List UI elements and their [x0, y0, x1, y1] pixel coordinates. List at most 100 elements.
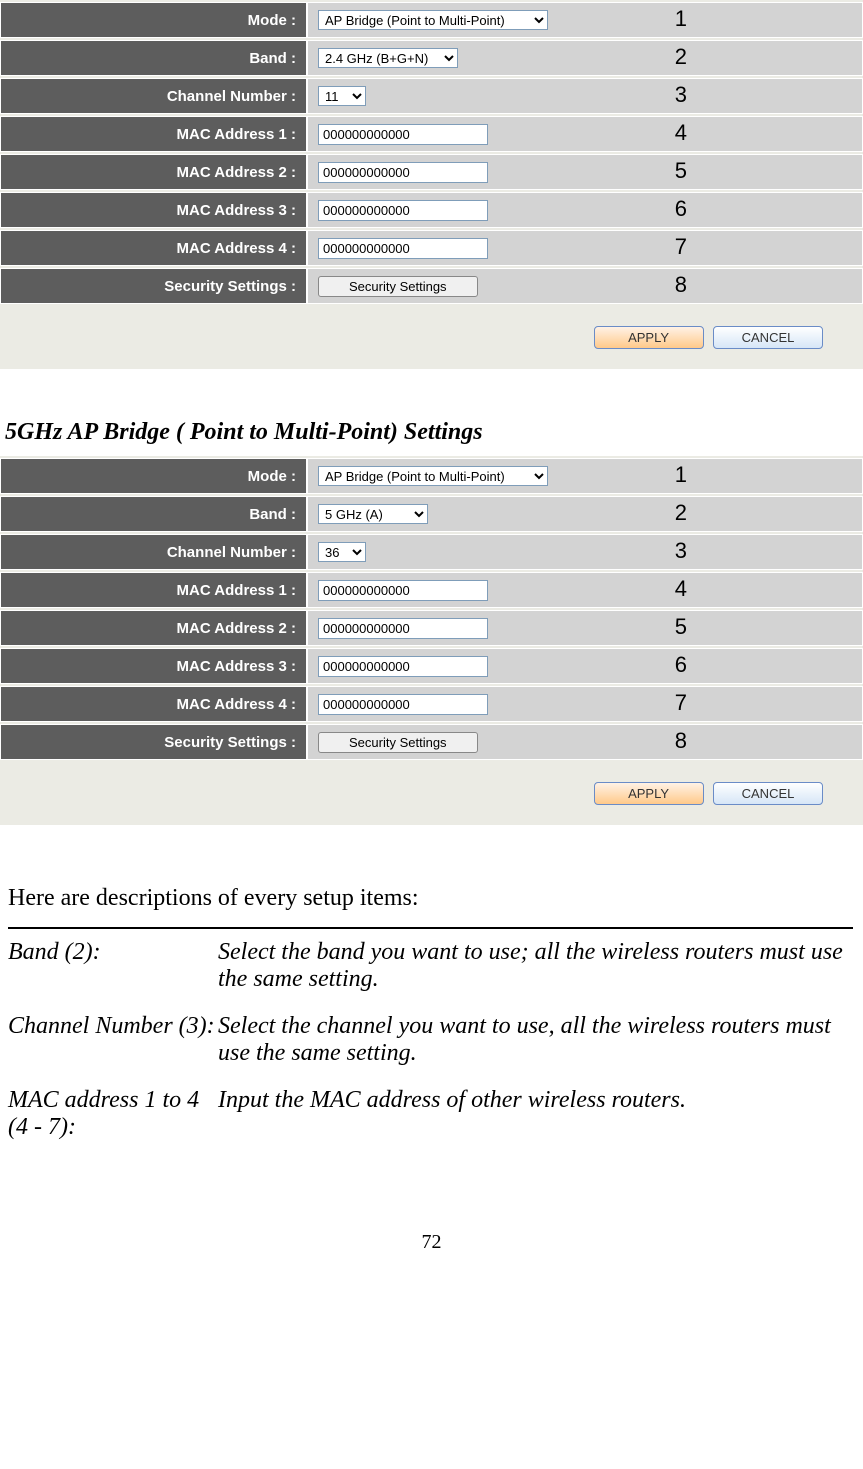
value-mac3: 6 — [307, 192, 863, 228]
annotation-4: 4 — [675, 120, 687, 146]
description-table: Band (2): Select the band you want to us… — [8, 927, 853, 1151]
mode-select-2[interactable]: AP Bridge (Point to Multi-Point) — [318, 466, 548, 486]
value-band: 2.4 GHz (B+G+N) 2 — [307, 40, 863, 76]
mac2-input-2[interactable] — [318, 618, 488, 639]
desc-text-band: Select the band you want to use; all the… — [218, 928, 853, 1003]
value-band-2: 5 GHz (A) 2 — [307, 496, 863, 532]
security-settings-button-2[interactable]: Security Settings — [318, 732, 478, 753]
label-mac3: MAC Address 3 : — [0, 192, 307, 228]
desc-row-channel: Channel Number (3): Select the channel y… — [8, 1003, 853, 1077]
desc-row-mac: MAC address 1 to 4 (4 - 7): Input the MA… — [8, 1077, 853, 1151]
value-channel-2: 36 3 — [307, 534, 863, 570]
config-panel-5ghz: Mode : AP Bridge (Point to Multi-Point) … — [0, 456, 863, 825]
annotation-6: 6 — [675, 196, 687, 222]
annotation-7: 7 — [675, 234, 687, 260]
desc-row-band: Band (2): Select the band you want to us… — [8, 928, 853, 1003]
row-channel-2: Channel Number : 36 3 — [0, 534, 863, 570]
annotation-3: 3 — [675, 82, 687, 108]
row-mac2-2: MAC Address 2 : 5 — [0, 610, 863, 646]
config-panel-2-4ghz: Mode : AP Bridge (Point to Multi-Point) … — [0, 0, 863, 369]
page-number: 72 — [0, 1231, 863, 1254]
desc-label-mac: MAC address 1 to 4 (4 - 7): — [8, 1077, 218, 1151]
row-mac2: MAC Address 2 : 5 — [0, 154, 863, 190]
annotation-5b: 5 — [675, 614, 687, 640]
mac3-input[interactable] — [318, 200, 488, 221]
band-select[interactable]: 2.4 GHz (B+G+N) — [318, 48, 458, 68]
label-mac4: MAC Address 4 : — [0, 230, 307, 266]
mac4-input-2[interactable] — [318, 694, 488, 715]
apply-button-2[interactable]: APPLY — [594, 782, 704, 805]
config-table-2: Mode : AP Bridge (Point to Multi-Point) … — [0, 456, 863, 762]
label-mac2: MAC Address 2 : — [0, 154, 307, 190]
value-mac1: 4 — [307, 116, 863, 152]
annotation-1: 1 — [675, 6, 687, 32]
config-table-1: Mode : AP Bridge (Point to Multi-Point) … — [0, 0, 863, 306]
channel-select[interactable]: 11 — [318, 86, 366, 106]
annotation-2b: 2 — [675, 500, 687, 526]
cancel-button-2[interactable]: CANCEL — [713, 782, 823, 805]
description-intro: Here are descriptions of every setup ite… — [8, 885, 863, 912]
annotation-6b: 6 — [675, 652, 687, 678]
row-mode-2: Mode : AP Bridge (Point to Multi-Point) … — [0, 458, 863, 494]
mac4-input[interactable] — [318, 238, 488, 259]
label-mac1-2: MAC Address 1 : — [0, 572, 307, 608]
row-mac1-2: MAC Address 1 : 4 — [0, 572, 863, 608]
cancel-button[interactable]: CANCEL — [713, 326, 823, 349]
annotation-4b: 4 — [675, 576, 687, 602]
apply-button[interactable]: APPLY — [594, 326, 704, 349]
channel-select-2[interactable]: 36 — [318, 542, 366, 562]
mac2-input[interactable] — [318, 162, 488, 183]
desc-label-band: Band (2): — [8, 928, 218, 1003]
row-mac4-2: MAC Address 4 : 7 — [0, 686, 863, 722]
row-band-2: Band : 5 GHz (A) 2 — [0, 496, 863, 532]
value-security: Security Settings 8 — [307, 268, 863, 304]
row-mode: Mode : AP Bridge (Point to Multi-Point) … — [0, 2, 863, 38]
value-mac2: 5 — [307, 154, 863, 190]
value-mac2-2: 5 — [307, 610, 863, 646]
value-mode: AP Bridge (Point to Multi-Point) 1 — [307, 2, 863, 38]
row-mac1: MAC Address 1 : 4 — [0, 116, 863, 152]
label-security-2: Security Settings : — [0, 724, 307, 760]
annotation-3b: 3 — [675, 538, 687, 564]
label-channel-2: Channel Number : — [0, 534, 307, 570]
label-security: Security Settings : — [0, 268, 307, 304]
value-mac3-2: 6 — [307, 648, 863, 684]
value-mac4-2: 7 — [307, 686, 863, 722]
label-band: Band : — [0, 40, 307, 76]
row-mac3-2: MAC Address 3 : 6 — [0, 648, 863, 684]
security-settings-button[interactable]: Security Settings — [318, 276, 478, 297]
row-mac3: MAC Address 3 : 6 — [0, 192, 863, 228]
mode-select[interactable]: AP Bridge (Point to Multi-Point) — [318, 10, 548, 30]
label-band-2: Band : — [0, 496, 307, 532]
annotation-1b: 1 — [675, 462, 687, 488]
action-row-1: APPLY CANCEL — [0, 306, 863, 354]
label-channel: Channel Number : — [0, 78, 307, 114]
label-mode: Mode : — [0, 2, 307, 38]
row-band: Band : 2.4 GHz (B+G+N) 2 — [0, 40, 863, 76]
annotation-8: 8 — [675, 272, 687, 298]
label-mac2-2: MAC Address 2 : — [0, 610, 307, 646]
value-channel: 11 3 — [307, 78, 863, 114]
value-security-2: Security Settings 8 — [307, 724, 863, 760]
annotation-2: 2 — [675, 44, 687, 70]
row-security: Security Settings : Security Settings 8 — [0, 268, 863, 304]
annotation-5: 5 — [675, 158, 687, 184]
row-mac4: MAC Address 4 : 7 — [0, 230, 863, 266]
mac1-input[interactable] — [318, 124, 488, 145]
mac3-input-2[interactable] — [318, 656, 488, 677]
desc-label-channel: Channel Number (3): — [8, 1003, 218, 1077]
desc-text-mac: Input the MAC address of other wireless … — [218, 1077, 853, 1151]
label-mac3-2: MAC Address 3 : — [0, 648, 307, 684]
band-select-2[interactable]: 5 GHz (A) — [318, 504, 428, 524]
value-mac4: 7 — [307, 230, 863, 266]
row-channel: Channel Number : 11 3 — [0, 78, 863, 114]
action-row-2: APPLY CANCEL — [0, 762, 863, 810]
mac1-input-2[interactable] — [318, 580, 488, 601]
annotation-8b: 8 — [675, 728, 687, 754]
value-mode-2: AP Bridge (Point to Multi-Point) 1 — [307, 458, 863, 494]
annotation-7b: 7 — [675, 690, 687, 716]
section-title-5ghz: 5GHz AP Bridge ( Point to Multi-Point) S… — [5, 419, 863, 446]
desc-text-channel: Select the channel you want to use, all … — [218, 1003, 853, 1077]
value-mac1-2: 4 — [307, 572, 863, 608]
row-security-2: Security Settings : Security Settings 8 — [0, 724, 863, 760]
